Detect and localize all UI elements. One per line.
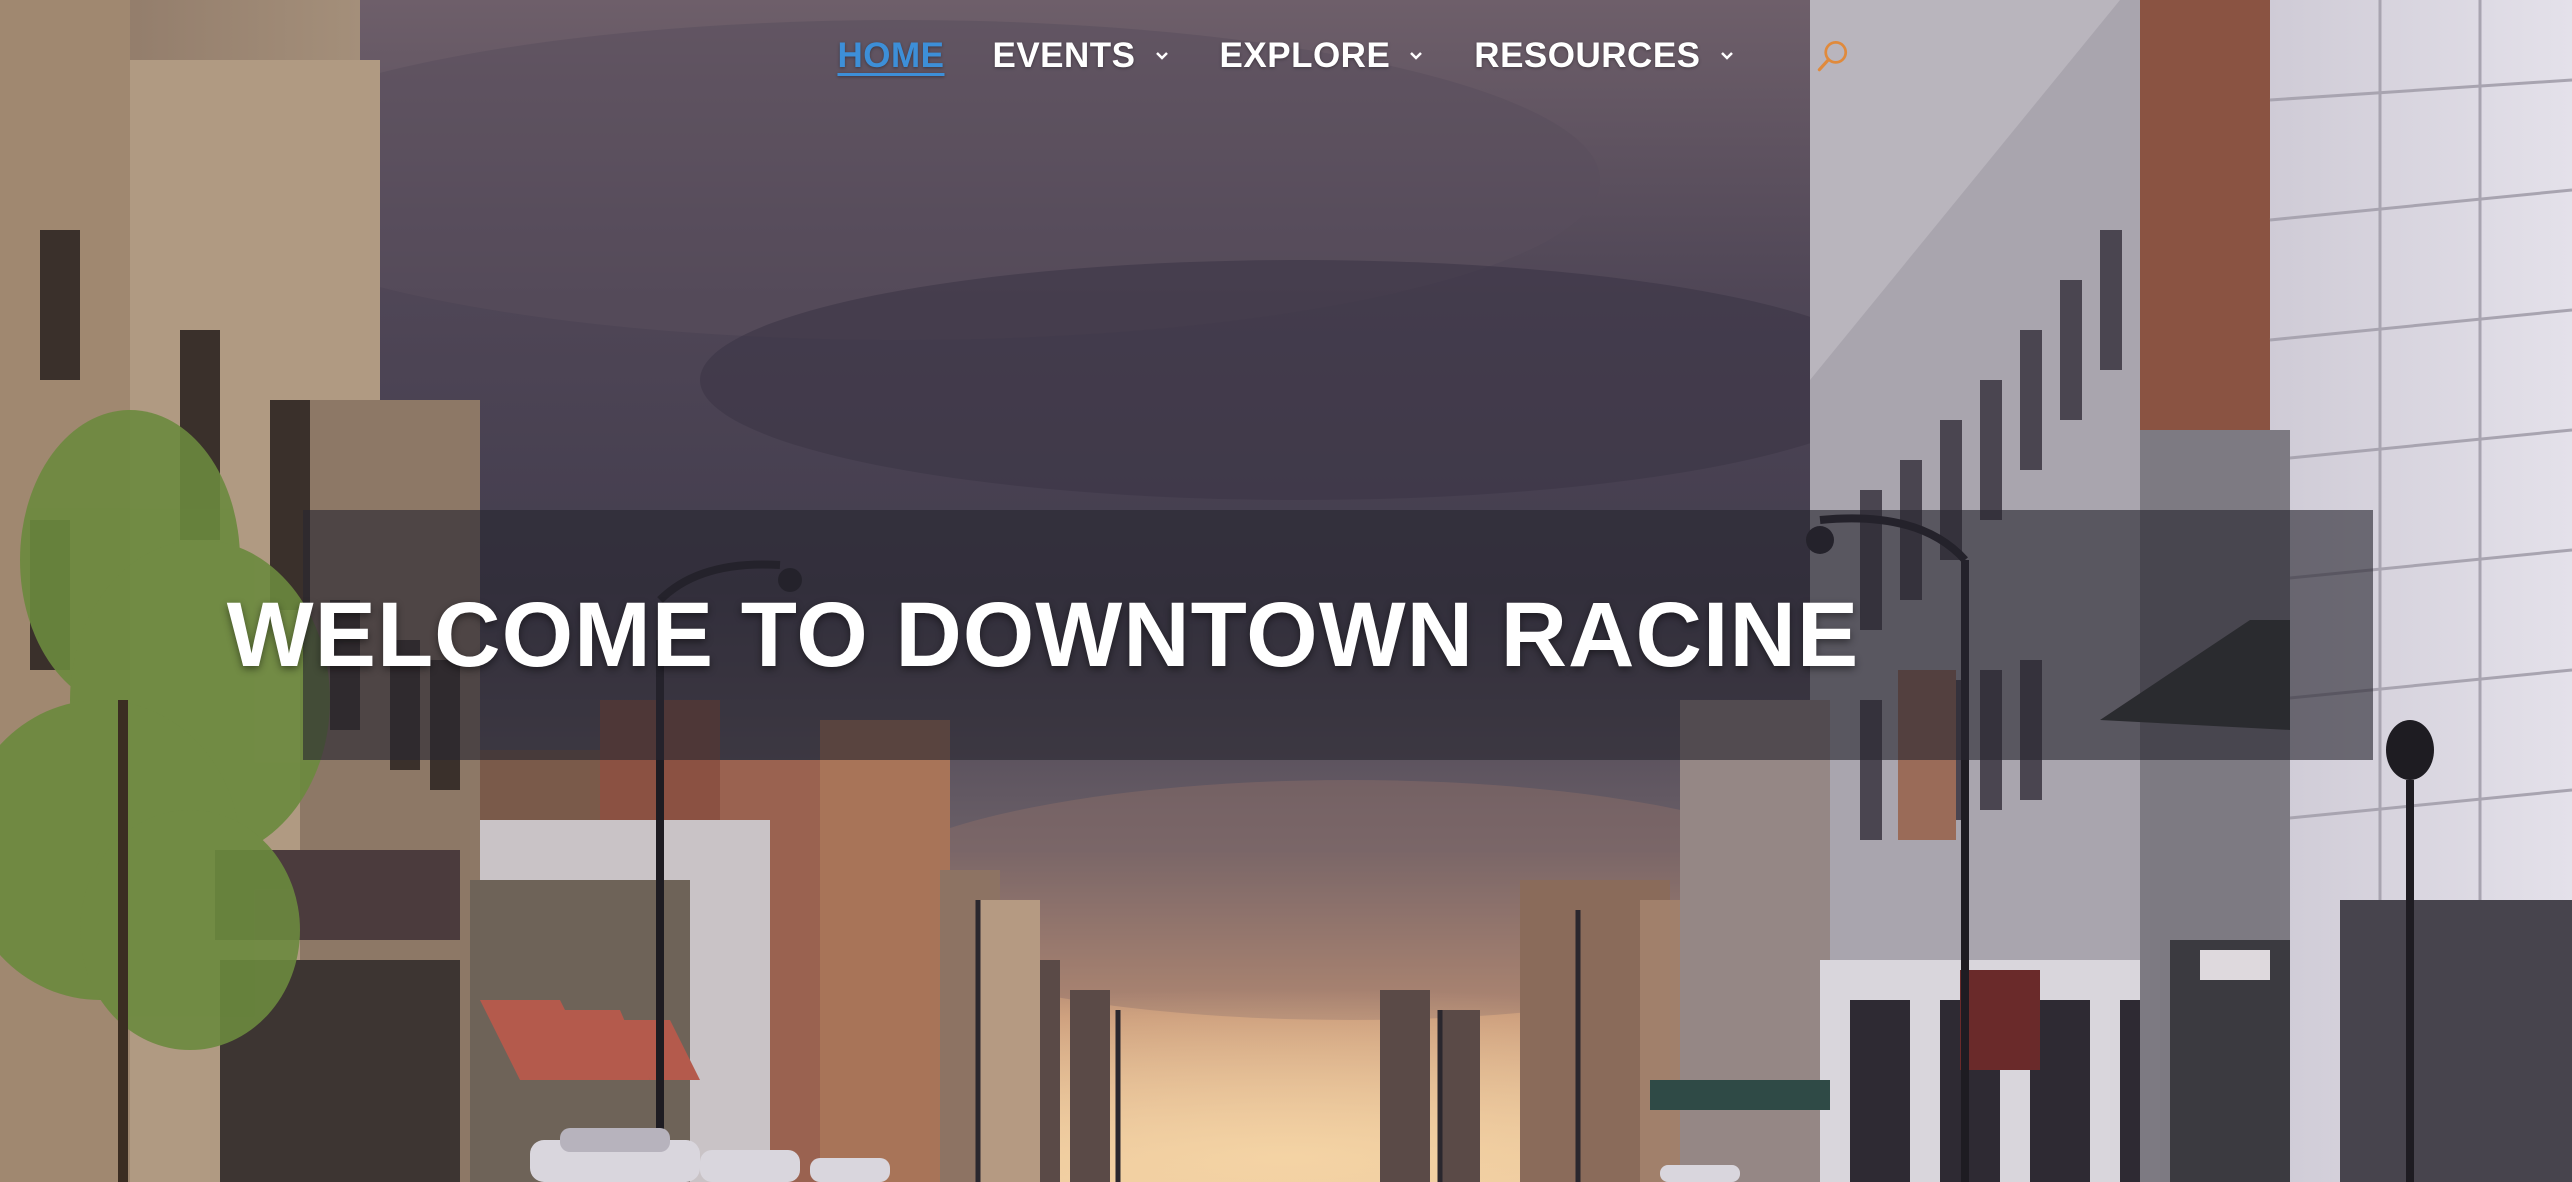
search-button[interactable] bbox=[1811, 34, 1855, 78]
nav-item-label: HOME bbox=[837, 36, 945, 75]
nav-item-label: RESOURCES bbox=[1474, 36, 1701, 75]
hero-section: HOME EVENTS EXPLORE RESOURCES WELCOME TO… bbox=[0, 0, 2572, 1182]
chevron-down-icon bbox=[1720, 52, 1733, 60]
nav-item-label: EXPLORE bbox=[1219, 36, 1391, 75]
nav-menu: HOME EVENTS EXPLORE RESOURCES bbox=[837, 34, 1854, 78]
chevron-down-icon bbox=[1410, 52, 1423, 60]
search-icon bbox=[1817, 41, 1847, 72]
nav-item-events[interactable]: EVENTS bbox=[992, 36, 1171, 76]
nav-item-label: EVENTS bbox=[992, 36, 1136, 75]
chevron-down-icon bbox=[1155, 52, 1168, 60]
nav-item-resources[interactable]: RESOURCES bbox=[1474, 36, 1736, 76]
hero-title: WELCOME TO DOWNTOWN RACINE bbox=[226, 583, 1860, 686]
nav-item-explore[interactable]: EXPLORE bbox=[1220, 36, 1427, 76]
nav-item-home[interactable]: HOME bbox=[837, 36, 944, 76]
main-navigation: HOME EVENTS EXPLORE RESOURCES bbox=[0, 0, 2572, 112]
